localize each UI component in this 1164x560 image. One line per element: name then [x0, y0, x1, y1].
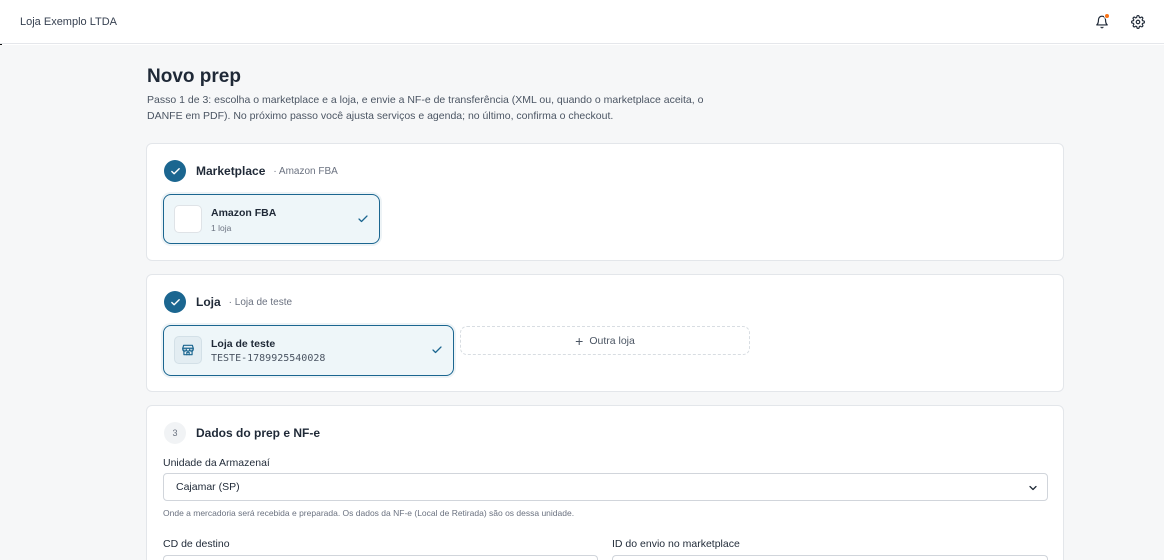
- cd-destination-field[interactable]: [163, 555, 598, 560]
- add-store-label: Outra loja: [589, 334, 635, 347]
- store-icon: [182, 344, 194, 356]
- chevron-down-icon: [1029, 485, 1037, 491]
- plus-icon: +: [575, 332, 584, 349]
- check-icon: [170, 167, 180, 174]
- page-title: Novo prep: [147, 66, 241, 87]
- store-title: Loja: [196, 295, 221, 309]
- marketplace-selected-summary: · Amazon FBA: [273, 165, 338, 177]
- store-icon-box: [174, 336, 202, 364]
- check-icon: [358, 215, 368, 223]
- shipment-id-label: ID do envio no marketplace: [612, 538, 740, 550]
- prep-data-title: Dados do prep e NF-e: [196, 426, 321, 440]
- cd-destination-label: CD de destino: [163, 538, 230, 550]
- notification-dot: [1104, 13, 1110, 19]
- prep-data-header: 3 Dados do prep e NF-e: [164, 422, 320, 444]
- add-store-button[interactable]: + Outra loja: [460, 326, 750, 355]
- store-name: Loja Exemplo LTDA: [20, 15, 118, 28]
- marketplace-logo: [174, 205, 202, 233]
- prep-data-card: 3 Dados do prep e NF-e Unidade da Armaze…: [146, 405, 1064, 560]
- step-done-badge: [164, 160, 186, 182]
- notifications-button[interactable]: [1092, 12, 1112, 32]
- marketplace-option-name: Amazon FBA: [211, 207, 277, 219]
- top-bar: Loja Exemplo LTDA: [0, 0, 1164, 44]
- marketplace-header: Marketplace · Amazon FBA: [164, 160, 338, 182]
- unit-label: Unidade da Armazenaí: [163, 457, 270, 469]
- settings-button[interactable]: [1128, 12, 1148, 32]
- store-card: Loja · Loja de teste Loja de teste TESTE…: [146, 274, 1064, 392]
- shipment-id-field[interactable]: [612, 555, 1048, 560]
- store-header: Loja · Loja de teste: [164, 291, 292, 313]
- top-actions: [1092, 12, 1148, 32]
- check-icon: [432, 346, 442, 354]
- marketplace-title: Marketplace: [196, 164, 266, 178]
- main-area: Novo prep Passo 1 de 3: escolha o market…: [0, 45, 1164, 560]
- page-description: Passo 1 de 3: escolha o marketplace e a …: [147, 94, 704, 122]
- step-done-badge: [164, 291, 186, 313]
- unit-select[interactable]: Cajamar (SP): [163, 473, 1048, 501]
- step-number-badge: 3: [164, 422, 186, 444]
- marketplace-option-stores-count: 1 loja: [211, 223, 232, 233]
- marketplace-option-amazon-fba[interactable]: Amazon FBA 1 loja: [163, 194, 380, 244]
- gear-icon: [1131, 15, 1145, 29]
- store-option-name: Loja de teste: [211, 338, 276, 350]
- store-option-loja-de-teste[interactable]: Loja de teste TESTE-1789925540028: [163, 325, 454, 376]
- unit-select-value: Cajamar (SP): [176, 481, 240, 493]
- marketplace-card: Marketplace · Amazon FBA Amazon FBA 1 lo…: [146, 143, 1064, 261]
- check-icon: [170, 298, 180, 305]
- unit-hint: Onde a mercadoria será recebida e prepar…: [163, 508, 575, 518]
- store-selected-summary: · Loja de teste: [228, 296, 293, 308]
- store-option-code: TESTE-1789925540028: [211, 353, 326, 364]
